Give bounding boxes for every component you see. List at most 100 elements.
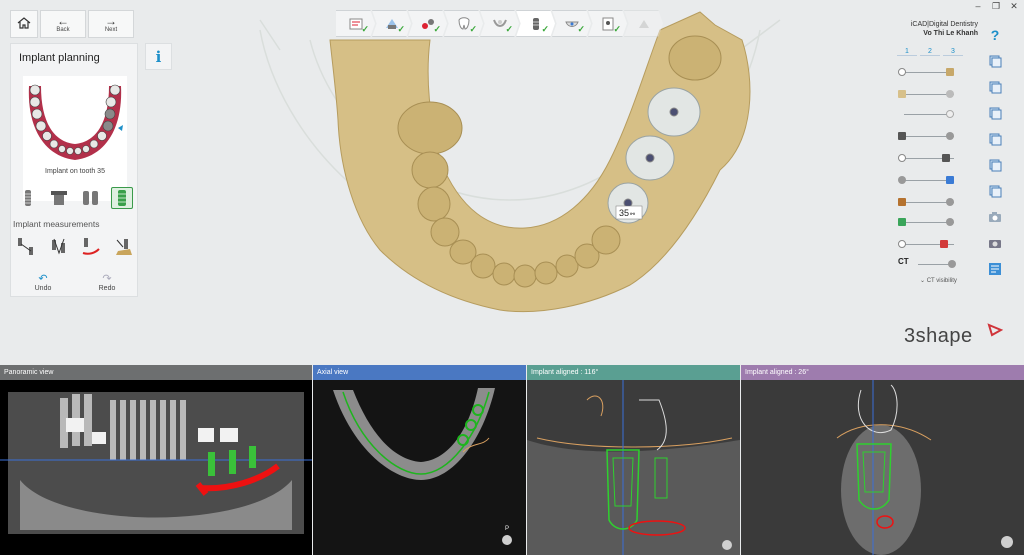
chevron-down-icon: ⌄ xyxy=(920,278,927,284)
export-icon xyxy=(638,19,649,28)
thumbnail-caption: Implant on tooth 35 xyxy=(45,168,105,175)
next-label: Next xyxy=(104,27,118,33)
layer-tab-1[interactable]: 1 xyxy=(897,48,917,56)
arrow-left-icon: ← xyxy=(57,14,69,28)
implant-slider[interactable] xyxy=(898,174,958,186)
workflow-step-8[interactable]: ✓ xyxy=(588,10,627,37)
minimize-button[interactable]: – xyxy=(972,1,984,12)
camera-button[interactable] xyxy=(985,204,1005,230)
view-button[interactable] xyxy=(985,178,1005,204)
panoramic-view-pane[interactable]: Panoramic view xyxy=(0,365,312,555)
arrow-right-icon: → xyxy=(105,14,117,28)
maximize-button[interactable]: ❐ xyxy=(990,1,1002,12)
workflow-step-6[interactable]: ✓ xyxy=(516,10,555,37)
nerve-distance-button[interactable] xyxy=(80,236,102,258)
undo-label: Undo xyxy=(34,285,52,292)
upper-model-slider[interactable] xyxy=(898,66,958,78)
multi-implant-tool-button[interactable] xyxy=(80,187,102,209)
bone-slider[interactable] xyxy=(898,196,958,208)
angle-measure-button[interactable] xyxy=(48,236,70,258)
guide-slider[interactable] xyxy=(898,216,958,228)
undo-button[interactable]: ↶ Undo xyxy=(11,272,75,292)
product-name: iCAD|Digital Dentistry xyxy=(910,21,978,28)
workflow-step-2[interactable]: ✓ xyxy=(372,10,411,37)
ct-visibility-label: CT visibility xyxy=(926,278,957,284)
antagonist-slider[interactable] xyxy=(898,88,958,100)
window-controls: – ❐ ✕ xyxy=(972,1,1020,12)
check-icon: ✓ xyxy=(577,24,585,34)
bone-measure-button[interactable] xyxy=(113,236,135,258)
pane-title: Axial view xyxy=(313,365,526,380)
close-button[interactable]: ✕ xyxy=(1008,1,1020,12)
view-button[interactable] xyxy=(985,126,1005,152)
check-icon: ✓ xyxy=(505,24,513,34)
redo-icon: ↷ xyxy=(102,273,112,285)
right-toolbar: ? xyxy=(985,22,1005,282)
note-button[interactable] xyxy=(985,256,1005,282)
home-button[interactable] xyxy=(10,10,38,38)
view-icon xyxy=(989,107,1001,119)
view-icon xyxy=(989,159,1001,171)
redo-button[interactable]: ↷ Redo xyxy=(75,272,139,292)
abutment-slider[interactable] xyxy=(898,130,958,142)
check-icon: ✓ xyxy=(469,24,477,34)
help-button[interactable]: ? xyxy=(985,22,1005,48)
implant-aligned-view-2-pane[interactable]: Implant aligned : 26° xyxy=(741,365,1024,555)
layer-tabs: 1 2 3 xyxy=(897,48,963,56)
implant-aligned-view-1-pane[interactable]: Implant aligned : 116° xyxy=(527,365,740,555)
view-icon xyxy=(989,55,1001,67)
3d-viewport[interactable]: 35 ⚯ xyxy=(140,0,880,364)
ct-slider[interactable] xyxy=(912,258,958,270)
abutment-tool-button[interactable] xyxy=(48,187,70,209)
back-button[interactable]: ← Back xyxy=(40,10,86,38)
nerve-slider[interactable] xyxy=(898,238,958,250)
check-icon: ✓ xyxy=(541,24,549,34)
implant-tool-button[interactable] xyxy=(17,187,39,209)
multi-implant-tool-icon xyxy=(82,191,98,205)
workflow-step-4[interactable]: ✓ xyxy=(444,10,483,37)
axial-image: P xyxy=(313,380,526,555)
screenshot-icon xyxy=(989,240,1001,248)
ct-visibility-toggle[interactable]: ⌄ CT visibility xyxy=(920,277,957,284)
jaw-thumbnail[interactable] xyxy=(23,76,127,201)
workflow-step-3[interactable]: ✓ xyxy=(408,10,447,37)
nerve-distance-icon xyxy=(82,238,101,255)
check-icon: ✓ xyxy=(397,24,405,34)
implant-label-icon: ⚯ xyxy=(630,211,635,218)
view-button[interactable] xyxy=(985,48,1005,74)
redo-label: Redo xyxy=(98,285,116,292)
distance-measure-button[interactable] xyxy=(15,236,37,258)
implant-tool-icon xyxy=(25,190,31,206)
user-info: iCAD|Digital Dentistry Vo Thi Le Khanh xyxy=(911,20,978,38)
abutment-tool-icon xyxy=(51,191,68,205)
view-icon xyxy=(989,185,1001,197)
ct-label: CT xyxy=(898,257,909,266)
pane-title: Implant aligned : 26° xyxy=(741,365,1024,380)
axial-view-pane[interactable]: Axial view P xyxy=(313,365,526,555)
distance-measure-icon xyxy=(18,238,33,255)
workflow-step-9[interactable] xyxy=(624,10,663,37)
view-button[interactable] xyxy=(985,100,1005,126)
note-icon xyxy=(989,263,1001,275)
user-name: Vo Thi Le Khanh xyxy=(923,30,978,37)
help-icon: ? xyxy=(990,27,1000,43)
next-button[interactable]: → Next xyxy=(88,10,134,38)
nav-bar: ← Back → Next xyxy=(10,10,134,38)
layer-tab-3[interactable]: 3 xyxy=(943,48,963,56)
view-button[interactable] xyxy=(985,74,1005,100)
pane-title: Implant aligned : 116° xyxy=(527,365,740,380)
screenshot-button[interactable] xyxy=(985,230,1005,256)
measurements-label: Implant measurements xyxy=(13,219,100,229)
check-icon: ✓ xyxy=(361,24,369,34)
sleeve-slider[interactable] xyxy=(898,152,958,164)
guided-sleeve-tool-button[interactable] xyxy=(110,187,133,209)
svg-text:P: P xyxy=(505,526,509,532)
workflow-step-5[interactable]: ✓ xyxy=(480,10,519,37)
layer-tab-2[interactable]: 2 xyxy=(920,48,940,56)
implant-cross-section-1 xyxy=(527,380,740,555)
workflow-toolbar: ✓ ✓ ✓ ✓ ✓ ✓ ✓ ✓ xyxy=(336,10,663,37)
view-button[interactable] xyxy=(985,152,1005,178)
workflow-step-1[interactable]: ✓ xyxy=(336,10,375,37)
crown-slider[interactable] xyxy=(898,108,958,120)
workflow-step-7[interactable]: ✓ xyxy=(552,10,591,37)
